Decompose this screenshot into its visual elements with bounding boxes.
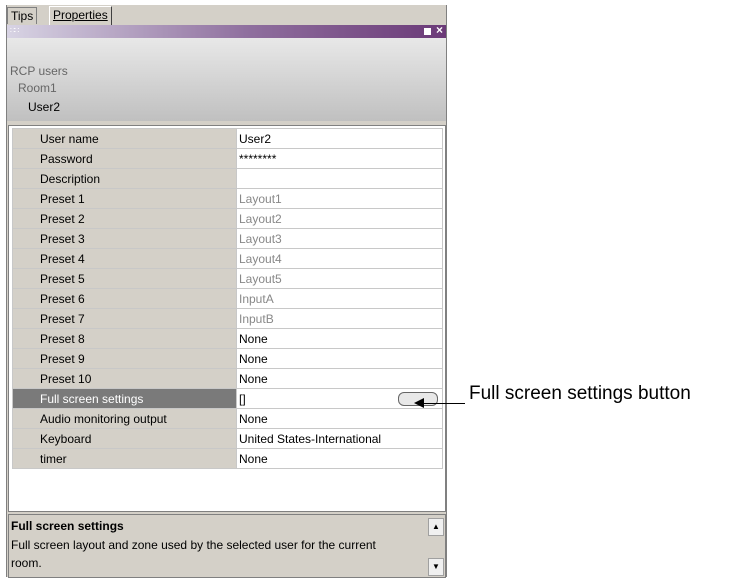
property-value[interactable]: None — [236, 368, 443, 389]
property-value[interactable]: Layout4 — [236, 248, 443, 269]
property-value[interactable]: United States-International — [236, 428, 443, 449]
property-value[interactable]: None — [236, 408, 443, 429]
property-name: Audio monitoring output — [12, 408, 237, 429]
help-pane: Full screen settings Full screen layout … — [8, 514, 446, 578]
property-name: timer — [12, 448, 237, 469]
property-value[interactable]: None — [236, 328, 443, 349]
property-name: Preset 6 — [12, 288, 237, 309]
property-value[interactable]: Layout2 — [236, 208, 443, 229]
maximize-icon[interactable] — [424, 28, 431, 35]
property-value[interactable]: User2 — [236, 128, 443, 149]
property-name: Preset 5 — [12, 268, 237, 289]
property-row[interactable]: Preset 6 InputA — [12, 288, 443, 309]
property-row[interactable]: Preset 2 Layout2 — [12, 208, 443, 229]
panel-titlebar[interactable]: ∷∷ × — [7, 23, 446, 38]
property-name: Full screen settings — [12, 388, 237, 409]
property-row[interactable]: Password ******** — [12, 148, 443, 169]
property-row[interactable]: Preset 3 Layout3 — [12, 228, 443, 249]
property-value: [] — [239, 391, 246, 406]
property-name: Preset 3 — [12, 228, 237, 249]
breadcrumb-tree: RCP users Room1 User2 — [7, 38, 446, 121]
property-value[interactable]: InputB — [236, 308, 443, 329]
property-name: Keyboard — [12, 428, 237, 449]
property-name: Password — [12, 148, 237, 169]
help-text: Full screen layout and zone used by the … — [11, 538, 376, 570]
property-row[interactable]: Preset 10 None — [12, 368, 443, 389]
scroll-up-icon[interactable]: ▲ — [428, 518, 444, 536]
property-name: User name — [12, 128, 237, 149]
property-name: Preset 8 — [12, 328, 237, 349]
scroll-down-icon[interactable]: ▼ — [428, 558, 444, 576]
property-name: Preset 10 — [12, 368, 237, 389]
property-value[interactable] — [236, 168, 443, 189]
property-row[interactable]: Keyboard United States-International — [12, 428, 443, 449]
close-icon[interactable]: × — [436, 23, 443, 37]
property-value[interactable]: InputA — [236, 288, 443, 309]
property-row[interactable]: User name User2 — [12, 128, 443, 149]
property-row[interactable]: Audio monitoring output None — [12, 408, 443, 429]
property-name: Description — [12, 168, 237, 189]
property-name: Preset 1 — [12, 188, 237, 209]
tab-properties[interactable]: Properties — [49, 6, 112, 25]
property-name: Preset 7 — [12, 308, 237, 329]
tab-bar: Tips Properties — [7, 5, 446, 25]
property-name: Preset 2 — [12, 208, 237, 229]
property-row[interactable]: Preset 9 None — [12, 348, 443, 369]
property-row[interactable]: Preset 8 None — [12, 328, 443, 349]
property-value-cell[interactable]: [] — [236, 388, 443, 409]
property-row[interactable]: Description — [12, 168, 443, 189]
property-row[interactable]: Preset 4 Layout4 — [12, 248, 443, 269]
callout-label: Full screen settings button — [469, 383, 691, 404]
property-value[interactable]: None — [236, 348, 443, 369]
tree-node-user[interactable]: User2 — [28, 100, 60, 114]
tree-node-root[interactable]: RCP users — [10, 64, 68, 78]
property-name: Preset 9 — [12, 348, 237, 369]
property-name: Preset 4 — [12, 248, 237, 269]
help-title: Full screen settings — [11, 519, 124, 533]
property-grid: User name User2 Password ******** Descri… — [8, 125, 446, 512]
tree-node-room[interactable]: Room1 — [18, 81, 57, 95]
tab-tips[interactable]: Tips — [7, 7, 38, 24]
property-value[interactable]: Layout3 — [236, 228, 443, 249]
property-value[interactable]: Layout5 — [236, 268, 443, 289]
property-value[interactable]: ******** — [236, 148, 443, 169]
property-row[interactable]: Preset 7 InputB — [12, 308, 443, 329]
property-value[interactable]: Layout1 — [236, 188, 443, 209]
property-row[interactable]: Preset 5 Layout5 — [12, 268, 443, 289]
property-value[interactable]: None — [236, 448, 443, 469]
grip-icon[interactable]: ∷∷ — [10, 26, 19, 35]
help-scrollbar[interactable]: ▲ ▼ — [428, 518, 444, 576]
properties-panel: Tips Properties ∷∷ × RCP users Room1 Use… — [6, 5, 447, 578]
property-row[interactable]: Preset 1 Layout1 — [12, 188, 443, 209]
property-row[interactable]: timer None — [12, 448, 443, 469]
property-row-selected[interactable]: Full screen settings [] — [12, 388, 443, 409]
callout-line — [417, 403, 465, 404]
